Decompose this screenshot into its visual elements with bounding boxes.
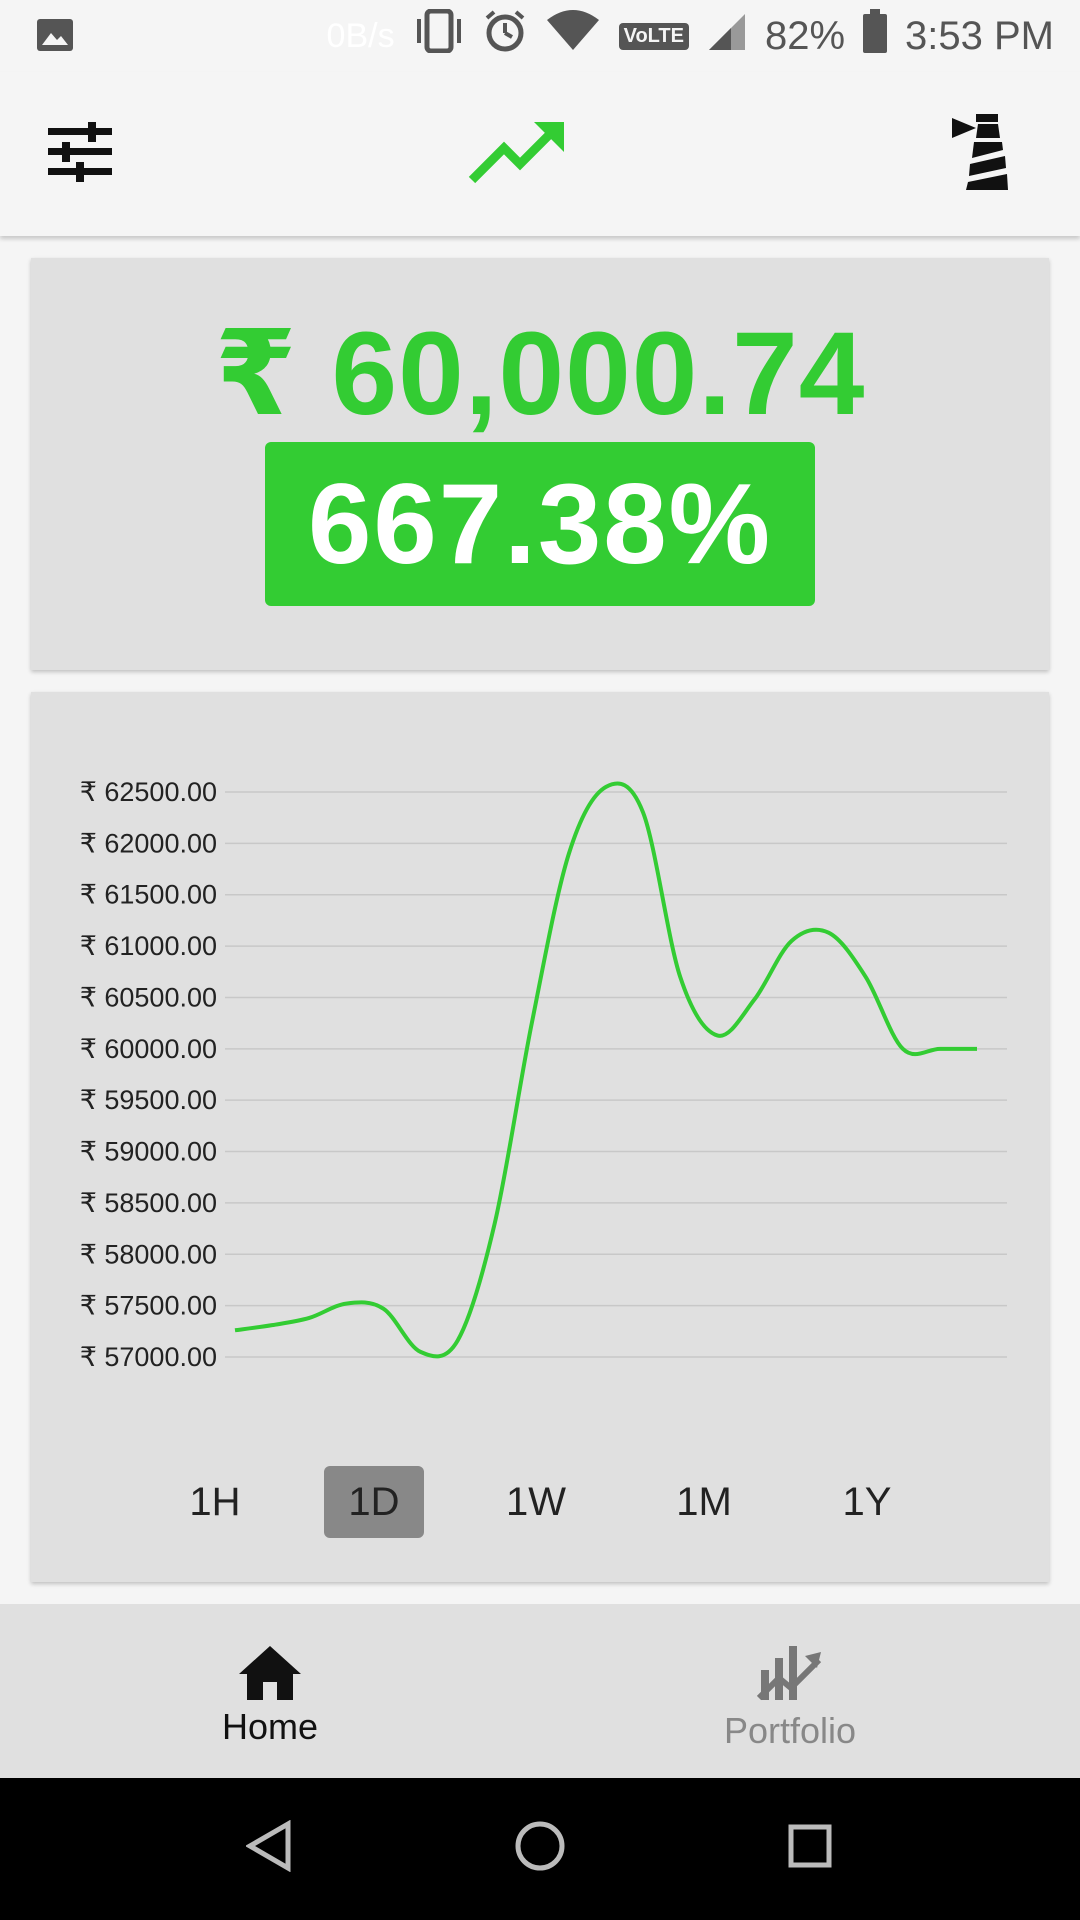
nav-home[interactable]: Home — [0, 1604, 540, 1778]
range-button-1y[interactable]: 1Y — [817, 1466, 917, 1538]
y-tick-label: ₹ 60500.00 — [80, 982, 217, 1012]
y-tick-label: ₹ 59500.00 — [80, 1085, 217, 1115]
volte-badge: VoLTE — [618, 22, 689, 50]
battery-icon — [863, 9, 888, 63]
y-tick-label: ₹ 62500.00 — [80, 777, 217, 807]
home-circle-icon[interactable] — [514, 1820, 566, 1877]
lighthouse-icon[interactable] — [950, 114, 1008, 195]
chart-card: ₹ 62500.00 ₹ 62000.00 ₹ 61500.00 ₹ 61000.00… — [31, 692, 1049, 1582]
network-speed: 0B/s — [326, 16, 395, 55]
y-tick-label: ₹ 57500.00 — [80, 1291, 217, 1321]
nav-home-label: Home — [221, 1706, 319, 1747]
app-bar — [0, 72, 1080, 236]
recents-icon[interactable] — [788, 1824, 832, 1873]
tune-icon[interactable] — [48, 122, 112, 187]
y-tick-label: ₹ 61500.00 — [80, 880, 217, 910]
nav-portfolio[interactable]: Portfolio — [520, 1604, 1060, 1778]
clock-time: 3:53 PM — [905, 13, 1054, 58]
back-icon[interactable] — [245, 1819, 292, 1877]
time-range-selector: 1H 1D 1W 1M 1Y — [31, 1466, 1049, 1538]
home-icon — [239, 1646, 301, 1700]
system-navigation-bar — [0, 1778, 1080, 1920]
portfolio-chart-icon — [757, 1646, 822, 1701]
y-tick-label: ₹ 58500.00 — [80, 1188, 217, 1218]
range-button-1d[interactable]: 1D — [324, 1466, 424, 1538]
bottom-navigation: Home Portfolio — [0, 1604, 1080, 1778]
price-card: ₹ 60,000.74 667.38% — [31, 258, 1049, 670]
change-percent-badge: 667.38% — [265, 442, 815, 606]
y-tick-label: ₹ 57000.00 — [80, 1342, 217, 1372]
nav-portfolio-label: Portfolio — [723, 1710, 857, 1751]
range-button-1h[interactable]: 1H — [165, 1466, 265, 1538]
y-tick-label: ₹ 59000.00 — [80, 1137, 217, 1167]
current-price: ₹ 60,000.74 — [214, 308, 866, 440]
range-button-1w[interactable]: 1W — [486, 1466, 586, 1538]
status-bar: 0B/s VoLTE 82% 3:53 PM — [0, 0, 1080, 72]
y-tick-label: ₹ 61000.00 — [80, 931, 217, 961]
trending-up-icon[interactable] — [468, 118, 568, 189]
price-series-line — [234, 781, 977, 1359]
y-tick-label: ₹ 58000.00 — [80, 1239, 217, 1269]
price-line-chart: ₹ 62500.00 ₹ 62000.00 ₹ 61500.00 ₹ 61000.00… — [80, 777, 1007, 1372]
y-tick-label: ₹ 62000.00 — [80, 828, 217, 858]
y-tick-label: ₹ 60000.00 — [80, 1034, 217, 1064]
vibrate-icon — [413, 8, 465, 63]
battery-percent: 82% — [764, 13, 846, 58]
signal-icon — [707, 10, 747, 62]
range-button-1m[interactable]: 1M — [654, 1466, 754, 1538]
gallery-notification-icon — [36, 18, 74, 57]
alarm-icon — [483, 9, 527, 63]
wifi-icon — [545, 10, 601, 62]
